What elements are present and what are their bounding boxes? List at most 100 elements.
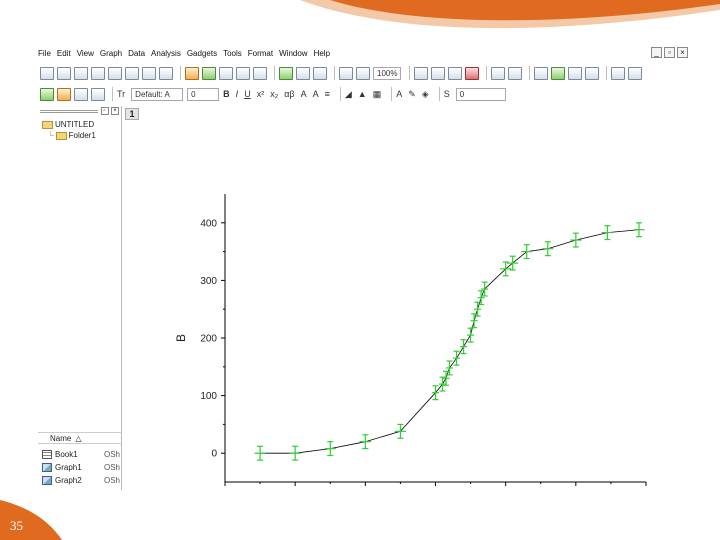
fill-color-icon[interactable]: ▲	[358, 89, 367, 99]
duplicate-icon[interactable]	[448, 66, 463, 80]
font-icon: Tr	[117, 89, 126, 99]
data-point	[542, 241, 554, 257]
messages-log-icon[interactable]	[551, 66, 566, 80]
toolbar-separator	[274, 66, 275, 80]
data-point	[467, 327, 475, 343]
font-color-icon[interactable]: A	[396, 89, 402, 99]
add-layer-icon[interactable]	[611, 66, 626, 80]
font-size-combo[interactable]: 0	[187, 87, 220, 101]
menu-gadgets[interactable]: Gadgets	[187, 49, 217, 58]
rescale-icon[interactable]	[628, 66, 643, 80]
minimize-button[interactable]: _	[651, 47, 662, 58]
zoom-icon[interactable]	[356, 66, 370, 80]
data-point	[481, 281, 489, 297]
menu-view[interactable]: View	[77, 49, 94, 58]
list-item-name: Book1	[55, 449, 78, 459]
menu-graph[interactable]: Graph	[100, 49, 122, 58]
tree-folder[interactable]: └ Folder1	[48, 131, 96, 140]
command-window-icon[interactable]	[568, 66, 583, 80]
plot-setup-icon[interactable]	[40, 87, 54, 101]
list-item-name: Graph2	[55, 475, 82, 485]
sigmoid-chart[interactable]: 01002003004005006000100200300400AB	[123, 106, 686, 517]
close-button[interactable]: ×	[677, 47, 688, 58]
font-combo[interactable]: Default: A	[131, 87, 184, 101]
data-point	[431, 385, 440, 401]
layer-contents-icon[interactable]	[74, 87, 88, 101]
line-color-icon[interactable]: ◢	[345, 89, 352, 100]
menu-window[interactable]: Window	[279, 49, 307, 58]
save-template-icon[interactable]	[253, 66, 267, 80]
data-selector-icon[interactable]	[57, 87, 71, 101]
import-icon[interactable]	[279, 66, 293, 80]
print-icon[interactable]	[414, 66, 429, 80]
list-item[interactable]: Graph1 OSh	[42, 461, 122, 473]
menu-help[interactable]: Help	[314, 49, 330, 58]
new-graph-icon[interactable]	[91, 66, 105, 80]
window-controls: _ ▫ ×	[649, 47, 688, 58]
data-point	[289, 445, 301, 461]
layer-settings-icon[interactable]	[91, 87, 105, 101]
menu-edit[interactable]: Edit	[57, 49, 71, 58]
new-function-icon[interactable]	[125, 66, 139, 80]
data-point	[570, 232, 582, 248]
size-combo[interactable]: 0	[455, 87, 506, 101]
menu-analysis[interactable]: Analysis	[151, 49, 181, 58]
refresh-icon[interactable]	[431, 66, 446, 80]
pattern-icon[interactable]: ▦	[373, 89, 382, 100]
menu-format[interactable]: Format	[248, 49, 273, 58]
toolbar-separator	[486, 66, 488, 80]
superscript-icon[interactable]: x²	[257, 89, 265, 99]
align-icon[interactable]: ≡	[325, 89, 330, 99]
data-point	[254, 445, 266, 461]
zoom-combo[interactable]: 100%	[373, 66, 402, 80]
increase-font-icon[interactable]: A	[301, 89, 307, 99]
restore-button[interactable]: ▫	[664, 47, 675, 58]
italic-button[interactable]: I	[236, 89, 239, 99]
new-notes-icon[interactable]	[159, 66, 173, 80]
data-point	[446, 360, 454, 376]
menu-file[interactable]: File	[38, 49, 51, 58]
menu-data[interactable]: Data	[128, 49, 145, 58]
import-wizard-icon[interactable]	[296, 66, 310, 80]
list-item[interactable]: Graph2 OSh	[42, 474, 122, 486]
toolbar-separator	[409, 66, 411, 80]
code-builder-icon[interactable]	[491, 66, 506, 80]
save-project-icon[interactable]	[219, 66, 233, 80]
open-icon[interactable]	[185, 66, 199, 80]
custom-routine-icon[interactable]	[465, 66, 480, 80]
smart-hint-icon[interactable]	[585, 66, 600, 80]
panel-close-icon[interactable]: ×	[111, 107, 119, 115]
graph-window[interactable]: 1 01002003004005006000100200300400AB	[123, 106, 686, 517]
toolbar-separator	[438, 87, 440, 101]
list-item[interactable]: Book1 OSh	[42, 448, 122, 460]
layer-tab[interactable]: 1	[125, 108, 139, 120]
symbol-icon[interactable]: ✎	[408, 89, 416, 100]
folder-icon	[55, 131, 67, 140]
new-excel-icon[interactable]	[74, 66, 88, 80]
import-ascii-icon[interactable]	[313, 66, 327, 80]
list-header[interactable]: Name △	[38, 432, 122, 444]
results-log-icon[interactable]	[508, 66, 523, 80]
toolbar-separator	[334, 66, 335, 80]
menu-tools[interactable]: Tools	[223, 49, 242, 58]
underline-button[interactable]: U	[244, 89, 251, 99]
panel-pin-icon[interactable]: ▫	[100, 107, 109, 115]
new-workbook-icon[interactable]	[57, 66, 71, 80]
new-matrix-icon[interactable]	[108, 66, 122, 80]
tree-root[interactable]: UNTITLED	[42, 120, 94, 129]
new-project-icon[interactable]	[40, 66, 54, 80]
data-point	[507, 255, 519, 271]
new-layout-icon[interactable]	[142, 66, 156, 80]
greek-icon[interactable]: αβ	[284, 89, 294, 99]
symbol-color-icon[interactable]: ◈	[422, 89, 429, 100]
bold-button[interactable]: B	[223, 89, 230, 99]
subscript-icon[interactable]: x₂	[270, 89, 278, 99]
decrease-font-icon[interactable]: A	[313, 89, 319, 99]
graph-icon	[42, 462, 52, 472]
save-window-icon[interactable]	[236, 66, 250, 80]
recalculate-icon[interactable]	[339, 66, 353, 80]
chart-points	[254, 222, 645, 461]
panel-grip[interactable]	[40, 109, 98, 113]
open-template-icon[interactable]	[202, 66, 216, 80]
project-explorer-icon[interactable]	[534, 66, 549, 80]
